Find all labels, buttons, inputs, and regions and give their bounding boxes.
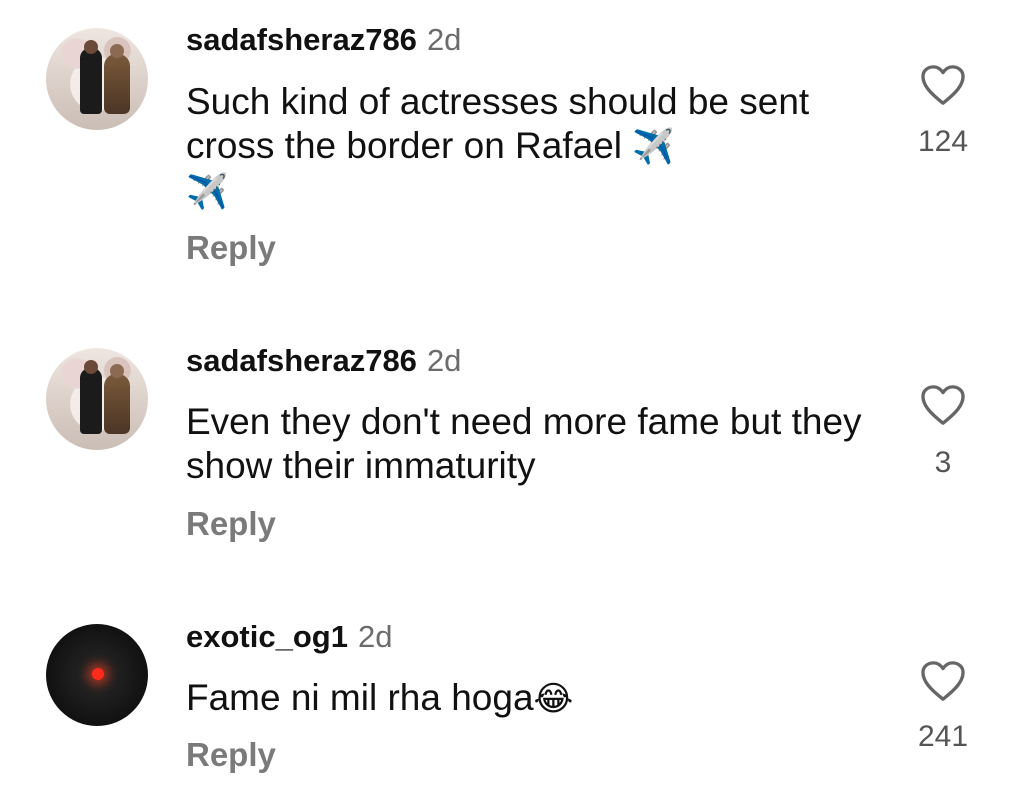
username[interactable]: exotic_og1 [186, 619, 348, 654]
username[interactable]: sadafsheraz786 [186, 22, 417, 57]
comment-text: Such kind of actresses should be sent cr… [186, 80, 886, 214]
laughing-emoji: 😂 [533, 680, 574, 718]
airplane-emoji: ✈️ [186, 173, 229, 211]
like-count: 3 [934, 446, 952, 479]
comment-body: Such kind of actresses should be sent cr… [186, 81, 810, 166]
reply-button[interactable]: Reply [186, 228, 276, 268]
avatar[interactable] [46, 624, 148, 726]
comment-body: Fame ni mil rha hoga [186, 677, 534, 718]
airplane-emoji: ✈️ [632, 128, 675, 166]
heart-icon[interactable] [920, 660, 966, 702]
like-count: 124 [917, 125, 969, 158]
comment-meta: sadafsheraz786 2d [186, 341, 461, 381]
comment-meta: sadafsheraz786 2d [186, 20, 461, 60]
comment-text: Fame ni mil rha hoga😂 [186, 676, 886, 721]
comment-meta: exotic_og1 2d [186, 617, 392, 657]
reply-button[interactable]: Reply [186, 504, 276, 544]
avatar[interactable] [46, 28, 148, 130]
heart-icon[interactable] [920, 384, 966, 426]
comment-time: 2d [426, 343, 462, 378]
comment-text: Even they don't need more fame but they … [186, 401, 862, 486]
username[interactable]: sadafsheraz786 [186, 343, 417, 378]
comment-time: 2d [357, 619, 393, 654]
comment-time: 2d [426, 22, 462, 57]
reply-button[interactable]: Reply [186, 735, 276, 775]
heart-icon[interactable] [920, 64, 966, 106]
like-count: 241 [917, 720, 969, 753]
avatar[interactable] [46, 348, 148, 450]
